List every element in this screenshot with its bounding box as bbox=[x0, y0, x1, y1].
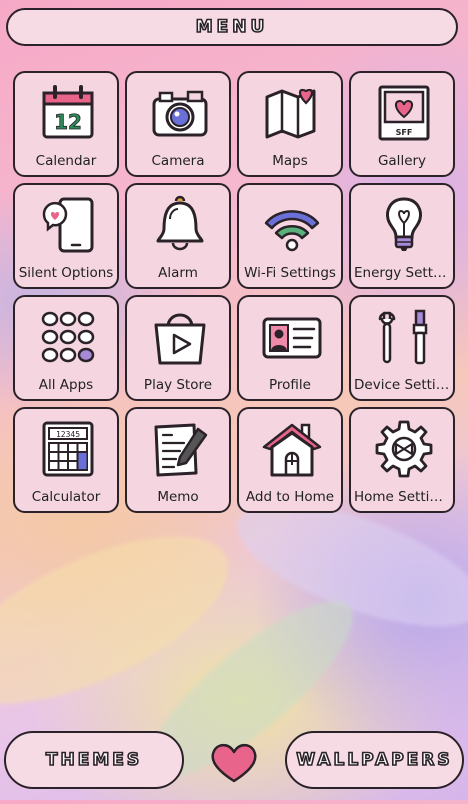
app-label: Memo bbox=[157, 489, 199, 505]
app-tile-silent-options[interactable]: Silent Options bbox=[13, 183, 119, 289]
app-label: Play Store bbox=[143, 377, 213, 393]
wallpapers-button[interactable]: WALLPAPERS bbox=[285, 731, 464, 789]
calendar-date: 12 bbox=[54, 110, 82, 134]
app-tile-camera[interactable]: Camera bbox=[125, 71, 231, 177]
wallpapers-button-label: WALLPAPERS bbox=[296, 749, 453, 771]
app-label: Maps bbox=[272, 153, 308, 169]
tools-icon bbox=[378, 309, 428, 365]
house-icon bbox=[262, 423, 322, 477]
app-label: Energy Settings bbox=[354, 265, 450, 281]
camera-icon bbox=[152, 90, 208, 137]
app-tile-profile[interactable]: Profile bbox=[237, 295, 343, 401]
app-tile-maps[interactable]: Maps bbox=[237, 71, 343, 177]
app-tile-home-settings[interactable]: Home Settings bbox=[349, 407, 455, 513]
app-label: Gallery bbox=[377, 153, 427, 169]
app-tile-gallery[interactable]: SFF Gallery bbox=[349, 71, 455, 177]
wifi-icon bbox=[264, 210, 320, 252]
calendar-icon: 12 bbox=[42, 85, 94, 139]
app-tile-wifi-settings[interactable]: Wi-Fi Settings bbox=[237, 183, 343, 289]
app-tile-memo[interactable]: Memo bbox=[125, 407, 231, 513]
bell-icon bbox=[156, 195, 204, 251]
map-icon bbox=[265, 88, 316, 139]
heart-icon[interactable] bbox=[209, 741, 259, 783]
gallery-badge: SFF bbox=[396, 128, 413, 137]
calculator-icon: 12345 bbox=[42, 421, 94, 477]
lightbulb-icon bbox=[386, 197, 422, 251]
gallery-icon: SFF bbox=[378, 85, 430, 141]
phone-heart-icon bbox=[42, 197, 94, 253]
app-label: Device Settings bbox=[354, 377, 450, 393]
app-grid: 12 Calendar Camera Maps SFF Gallery Sile… bbox=[13, 71, 455, 513]
app-label: All Apps bbox=[38, 377, 94, 393]
app-label: Add to Home bbox=[245, 489, 335, 505]
id-card-icon bbox=[262, 317, 322, 359]
app-tile-alarm[interactable]: Alarm bbox=[125, 183, 231, 289]
app-tile-play-store[interactable]: Play Store bbox=[125, 295, 231, 401]
app-label: Alarm bbox=[158, 265, 198, 281]
shopping-bag-icon bbox=[154, 313, 206, 365]
app-tile-add-to-home[interactable]: Add to Home bbox=[237, 407, 343, 513]
app-tile-calendar[interactable]: 12 Calendar bbox=[13, 71, 119, 177]
app-label: Calendar bbox=[35, 153, 97, 169]
themes-button[interactable]: THEMES bbox=[4, 731, 184, 789]
app-label: Wi-Fi Settings bbox=[244, 265, 336, 281]
app-label: Home Settings bbox=[354, 489, 450, 505]
gear-icon bbox=[375, 420, 433, 478]
app-label: Profile bbox=[269, 377, 311, 393]
app-tile-all-apps[interactable]: All Apps bbox=[13, 295, 119, 401]
app-tile-device-settings[interactable]: Device Settings bbox=[349, 295, 455, 401]
app-tile-energy-settings[interactable]: Energy Settings bbox=[349, 183, 455, 289]
app-label: Silent Options bbox=[18, 265, 114, 281]
app-label: Calculator bbox=[31, 489, 101, 505]
menu-title: MENU bbox=[195, 16, 269, 38]
app-tile-calculator[interactable]: 12345 Calculator bbox=[13, 407, 119, 513]
menu-header: MENU bbox=[6, 8, 458, 46]
app-label: Camera bbox=[151, 153, 205, 169]
themes-button-label: THEMES bbox=[45, 749, 143, 771]
calculator-display: 12345 bbox=[56, 430, 80, 439]
app-grid-icon bbox=[41, 311, 95, 363]
memo-pencil-icon bbox=[154, 423, 208, 477]
